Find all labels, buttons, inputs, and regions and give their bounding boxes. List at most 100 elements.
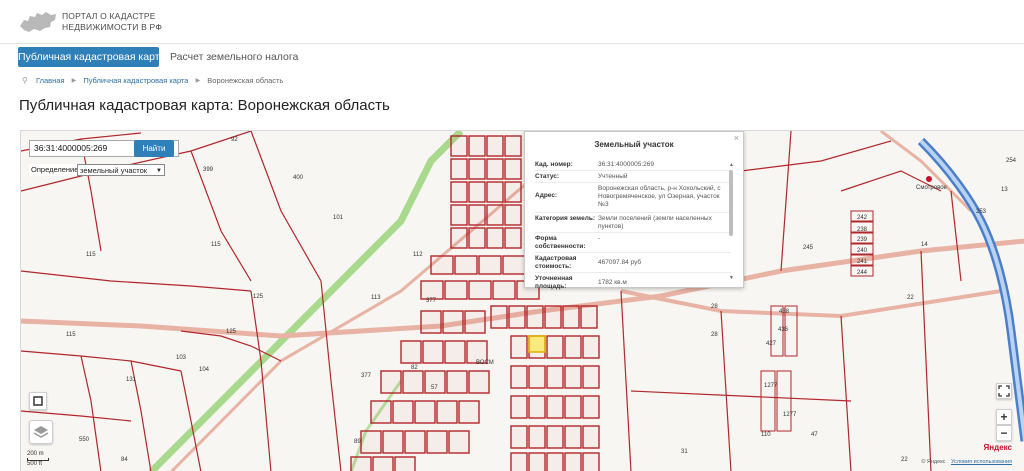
russia-map-logo-icon[interactable] <box>18 8 58 36</box>
popup-key: Уточненная площадь: <box>535 275 573 290</box>
map-scale: 200 m 500 ft <box>27 451 49 468</box>
plus-icon: + <box>1000 410 1008 424</box>
popup-value: 467097.84 руб <box>598 259 642 266</box>
parcel-label: 82 <box>411 365 418 371</box>
popup-row-cadastral-value: Кадастровая стоимость: 467097.84 руб <box>535 253 731 273</box>
find-button[interactable]: Найти <box>134 140 174 157</box>
parcel-label: 110 <box>761 432 771 438</box>
popup-key: Адрес: <box>535 192 558 199</box>
parcel-label: 22 <box>901 457 908 463</box>
parcel-label: 125 <box>253 294 264 300</box>
popup-key: Кад. номер: <box>535 161 573 168</box>
parcel-label: 22 <box>907 295 914 301</box>
zoom-in-button[interactable]: + <box>996 409 1012 425</box>
popup-value: - <box>598 235 601 242</box>
popup-rows: Кад. номер: 36:31:4000005:269 Статус: Уч… <box>535 159 731 293</box>
parcel-label: 112 <box>413 252 423 258</box>
popup-row-address: Адрес: Воронежская область, р-н Хохольск… <box>535 183 731 213</box>
parcel-label: 14 <box>921 242 928 248</box>
layers-button[interactable] <box>29 420 53 444</box>
village-marker-icon <box>926 176 932 182</box>
breadcrumb-current: Воронежская область <box>207 76 284 85</box>
parcel-label: 47 <box>811 432 818 438</box>
chevron-down-icon: ▼ <box>156 168 162 174</box>
parcel-label: 125 <box>226 329 237 335</box>
breadcrumb-home[interactable]: Главная <box>36 75 65 87</box>
portal-title-line1: ПОРТАЛ О КАДАСТРЕ <box>62 11 156 21</box>
parcel-label: 57 <box>431 385 438 391</box>
scroll-down-icon[interactable]: ▼ <box>729 275 734 281</box>
parcel-label: 239 <box>857 237 868 243</box>
yandex-logo[interactable]: Яндекс <box>984 443 1012 452</box>
parcel-label: 89 <box>354 439 361 445</box>
layers-icon <box>33 426 49 438</box>
popup-value: 1782 кв.м <box>598 279 627 286</box>
parcel-label: 377 <box>426 298 437 304</box>
map-canvas[interactable]: 92 399 400 101 115 115 125 125 103 104 1… <box>21 131 1024 471</box>
popup-row-status: Статус: Учтенный <box>535 171 731 183</box>
popup-row-area: Уточненная площадь: 1782 кв.м <box>535 273 731 293</box>
parcel-label: 244 <box>857 270 868 276</box>
parcel-label: 427 <box>766 341 777 347</box>
parcel-info-popup: × Земельный участок Кад. номер: 36:31:40… <box>524 131 744 290</box>
popup-key: Кадастровая стоимость: <box>535 255 577 270</box>
parcel-label: 242 <box>857 215 868 221</box>
parcel-label: 400 <box>293 175 304 181</box>
parcel-label: 28 <box>711 332 718 338</box>
zoom-out-button[interactable]: − <box>996 425 1012 441</box>
breadcrumb-public-map[interactable]: Публичная кадастровая карта <box>83 75 188 87</box>
parcel-label: 115 <box>211 242 221 248</box>
popup-value: 36:31:4000005:269 <box>598 161 655 168</box>
cadastral-map[interactable]: 92 399 400 101 115 115 125 125 103 104 1… <box>20 130 1024 471</box>
parcel-label: 115 <box>86 252 96 258</box>
location-pin-icon: ⚲ <box>22 76 28 85</box>
popup-row-land-category: Категория земель: Земли поселений (земли… <box>535 213 731 233</box>
parcel-label: 1277 <box>764 383 778 389</box>
popup-scrollbar[interactable] <box>729 170 733 236</box>
street-label: ВОСМ <box>476 360 494 366</box>
parcel-label: 436 <box>778 327 789 333</box>
parcel-label: 92 <box>231 137 238 143</box>
parcel-label: 245 <box>803 245 814 251</box>
page-title: Публичная кадастровая карта: Воронежская… <box>19 97 390 114</box>
parcel-label: 550 <box>79 437 90 443</box>
object-type-selected-value: земельный участок <box>80 166 148 175</box>
portal-title[interactable]: ПОРТАЛ О КАДАСТРЕ НЕДВИЖИМОСТИ В РФ <box>62 11 162 33</box>
popup-row-ownership: Форма собственности: - <box>535 233 731 253</box>
parcel-label: 438 <box>779 309 790 315</box>
object-type-select[interactable]: земельный участок ▼ <box>77 164 165 176</box>
parcel-label: 113 <box>371 295 381 301</box>
popup-value: Учтенный <box>598 173 628 180</box>
area-select-button[interactable] <box>29 392 47 410</box>
parcel-label: 31 <box>681 449 688 455</box>
parcel-label: 1277 <box>783 412 797 418</box>
parcel-label: 131 <box>126 377 137 383</box>
site-header: ПОРТАЛ О КАДАСТРЕ НЕДВИЖИМОСТИ В РФ <box>0 0 1024 44</box>
terms-of-use-link[interactable]: Условия использования <box>951 459 1012 465</box>
parcel-label: 377 <box>361 373 372 379</box>
parcel-label: 84 <box>121 457 128 463</box>
square-select-icon <box>33 396 43 406</box>
definition-label: Определение <box>29 164 81 176</box>
parcel-label: 240 <box>857 248 868 254</box>
parcel-label: 103 <box>176 355 187 361</box>
scale-meters: 200 m <box>27 451 44 457</box>
map-copyright: © Яндекс Условия использования <box>917 459 1012 465</box>
parcel-label: 104 <box>199 367 210 373</box>
popup-key: Форма собственности: <box>535 235 586 250</box>
portal-title-line2: НЕДВИЖИМОСТИ В РФ <box>62 22 162 32</box>
popup-row-cad-number: Кад. номер: 36:31:4000005:269 <box>535 159 731 171</box>
fullscreen-icon <box>998 385 1010 397</box>
tab-public-cadastral-map[interactable]: Публичная кадастровая карта <box>18 47 165 67</box>
parcel-label: 28 <box>711 304 718 310</box>
scroll-up-icon[interactable]: ▲ <box>729 162 734 168</box>
fullscreen-button[interactable] <box>996 383 1012 399</box>
popup-key: Статус: <box>535 173 560 180</box>
parcel-label: 13 <box>1001 187 1008 193</box>
parcel-label: 253 <box>976 209 987 215</box>
breadcrumb-separator-icon: ▶ <box>71 78 77 84</box>
village-label: Смотровое <box>916 185 948 191</box>
parcel-label: 115 <box>66 332 76 338</box>
copyright-text: © Яндекс <box>921 459 946 465</box>
tab-land-tax-calculation[interactable]: Расчет земельного налога <box>166 47 302 67</box>
